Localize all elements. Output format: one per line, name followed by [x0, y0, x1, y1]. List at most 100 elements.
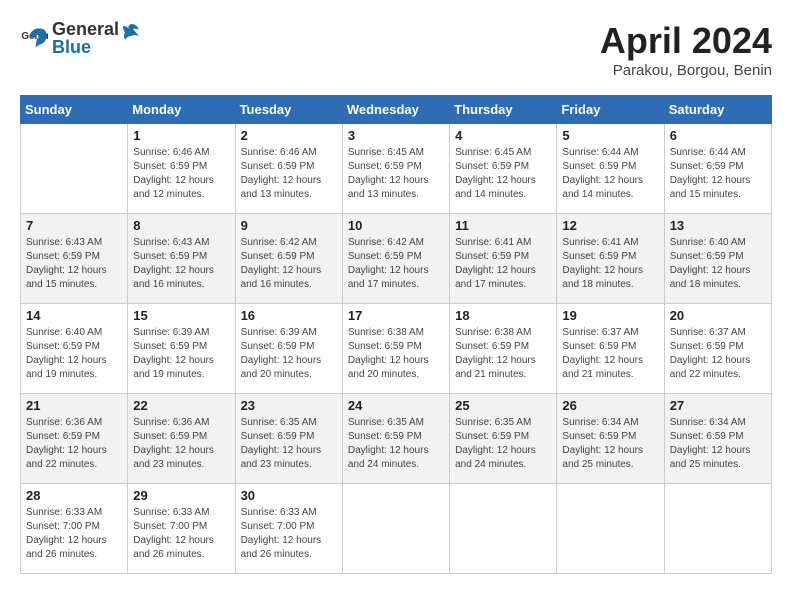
sunset-text: Sunset: 6:59 PM — [562, 430, 658, 444]
daylight-text: Daylight: 12 hours — [562, 264, 658, 278]
day-info: Sunrise: 6:42 AMSunset: 6:59 PMDaylight:… — [348, 236, 444, 292]
sunset-text: Sunset: 6:59 PM — [133, 340, 229, 354]
table-row: 14Sunrise: 6:40 AMSunset: 6:59 PMDayligh… — [21, 304, 128, 394]
day-info: Sunrise: 6:33 AMSunset: 7:00 PMDaylight:… — [241, 506, 337, 562]
sunset-text: Sunset: 6:59 PM — [562, 340, 658, 354]
table-row: 22Sunrise: 6:36 AMSunset: 6:59 PMDayligh… — [128, 394, 235, 484]
day-info: Sunrise: 6:37 AMSunset: 6:59 PMDaylight:… — [562, 326, 658, 382]
day-info: Sunrise: 6:46 AMSunset: 6:59 PMDaylight:… — [133, 146, 229, 202]
day-number: 15 — [133, 308, 229, 323]
sunrise-text: Sunrise: 6:36 AM — [133, 416, 229, 430]
daylight-text: Daylight: 12 hours — [241, 534, 337, 548]
daylight-text: Daylight: 12 hours — [348, 174, 444, 188]
day-number: 25 — [455, 398, 551, 413]
daylight-text: Daylight: 12 hours — [26, 534, 122, 548]
sunrise-text: Sunrise: 6:45 AM — [348, 146, 444, 160]
daylight-text: Daylight: 12 hours — [241, 354, 337, 368]
sunset-text: Sunset: 6:59 PM — [670, 340, 766, 354]
daylight-text: Daylight: 12 hours — [348, 264, 444, 278]
day-number: 21 — [26, 398, 122, 413]
table-row: 17Sunrise: 6:38 AMSunset: 6:59 PMDayligh… — [342, 304, 449, 394]
day-number: 30 — [241, 488, 337, 503]
calendar-week-row: 7Sunrise: 6:43 AMSunset: 6:59 PMDaylight… — [21, 214, 772, 304]
daylight-text: Daylight: 12 hours — [26, 354, 122, 368]
daylight-text-cont: and 25 minutes. — [670, 458, 766, 472]
table-row: 30 Sunrise: 6:33 AMSunset: 7:00 PMDayligh… — [235, 484, 342, 574]
table-row: 29Sunrise: 6:33 AMSunset: 7:00 PMDayligh… — [128, 484, 235, 574]
sunset-text: Sunset: 6:59 PM — [241, 340, 337, 354]
day-info: Sunrise: 6:39 AMSunset: 6:59 PMDaylight:… — [241, 326, 337, 382]
sunrise-text: Sunrise: 6:44 AM — [562, 146, 658, 160]
daylight-text: Daylight: 12 hours — [455, 444, 551, 458]
sunrise-text: Sunrise: 6:33 AM — [26, 506, 122, 520]
table-row — [21, 124, 128, 214]
sunset-text: Sunset: 6:59 PM — [562, 160, 658, 174]
daylight-text: Daylight: 12 hours — [133, 264, 229, 278]
day-number: 29 — [133, 488, 229, 503]
logo-blue: Blue — [52, 38, 141, 58]
sunrise-text: Sunrise: 6:36 AM — [26, 416, 122, 430]
day-info: Sunrise: 6:40 AMSunset: 6:59 PMDaylight:… — [670, 236, 766, 292]
table-row: 5Sunrise: 6:44 AMSunset: 6:59 PMDaylight… — [557, 124, 664, 214]
sunrise-text: Sunrise: 6:42 AM — [241, 236, 337, 250]
table-row: 19 Sunrise: 6:37 AMSunset: 6:59 PMDayligh… — [557, 304, 664, 394]
table-row: 27 Sunrise: 6:34 AMSunset: 6:59 PMDayligh… — [664, 394, 771, 484]
daylight-text-cont: and 25 minutes. — [562, 458, 658, 472]
day-number: 10 — [348, 218, 444, 233]
daylight-text-cont: and 21 minutes. — [562, 368, 658, 382]
daylight-text: Daylight: 12 hours — [26, 444, 122, 458]
page-header: General General Blue April 2024 Parakou,… — [20, 20, 772, 79]
daylight-text-cont: and 20 minutes. — [348, 368, 444, 382]
table-row: 11Sunrise: 6:41 AMSunset: 6:59 PMDayligh… — [450, 214, 557, 304]
header-thursday: Thursday — [450, 96, 557, 124]
day-number: 3 — [348, 128, 444, 143]
daylight-text-cont: and 22 minutes. — [670, 368, 766, 382]
day-info: Sunrise: 6:36 AMSunset: 6:59 PMDaylight:… — [133, 416, 229, 472]
sunset-text: Sunset: 6:59 PM — [133, 250, 229, 264]
sunrise-text: Sunrise: 6:44 AM — [670, 146, 766, 160]
daylight-text-cont: and 24 minutes. — [348, 458, 444, 472]
daylight-text: Daylight: 12 hours — [26, 264, 122, 278]
sunrise-text: Sunrise: 6:43 AM — [26, 236, 122, 250]
daylight-text-cont: and 20 minutes. — [241, 368, 337, 382]
table-row: 1Sunrise: 6:46 AMSunset: 6:59 PMDaylight… — [128, 124, 235, 214]
sunrise-text: Sunrise: 6:42 AM — [348, 236, 444, 250]
day-number: 13 — [670, 218, 766, 233]
sunset-text: Sunset: 6:59 PM — [26, 250, 122, 264]
day-number: 20 — [670, 308, 766, 323]
calendar-week-row: 21Sunrise: 6:36 AMSunset: 6:59 PMDayligh… — [21, 394, 772, 484]
sunset-text: Sunset: 6:59 PM — [26, 430, 122, 444]
day-info: Sunrise: 6:34 AMSunset: 6:59 PMDaylight:… — [670, 416, 766, 472]
day-number: 24 — [348, 398, 444, 413]
calendar-header-row: Sunday Monday Tuesday Wednesday Thursday… — [21, 96, 772, 124]
sunrise-text: Sunrise: 6:41 AM — [455, 236, 551, 250]
table-row: 6Sunrise: 6:44 AMSunset: 6:59 PMDaylight… — [664, 124, 771, 214]
day-number: 5 — [562, 128, 658, 143]
day-number: 27 — [670, 398, 766, 413]
sunrise-text: Sunrise: 6:40 AM — [670, 236, 766, 250]
daylight-text-cont: and 26 minutes. — [26, 548, 122, 562]
table-row: 2Sunrise: 6:46 AMSunset: 6:59 PMDaylight… — [235, 124, 342, 214]
table-row: 4Sunrise: 6:45 AMSunset: 6:59 PMDaylight… — [450, 124, 557, 214]
daylight-text: Daylight: 12 hours — [670, 354, 766, 368]
table-row: 8Sunrise: 6:43 AMSunset: 6:59 PMDaylight… — [128, 214, 235, 304]
daylight-text: Daylight: 12 hours — [133, 174, 229, 188]
day-number: 18 — [455, 308, 551, 323]
sunset-text: Sunset: 6:59 PM — [348, 160, 444, 174]
daylight-text-cont: and 24 minutes. — [455, 458, 551, 472]
daylight-text: Daylight: 12 hours — [241, 174, 337, 188]
calendar-table: Sunday Monday Tuesday Wednesday Thursday… — [20, 95, 772, 574]
day-number: 16 — [241, 308, 337, 323]
daylight-text-cont: and 18 minutes. — [562, 278, 658, 292]
sunrise-text: Sunrise: 6:38 AM — [348, 326, 444, 340]
header-wednesday: Wednesday — [342, 96, 449, 124]
sunset-text: Sunset: 7:00 PM — [133, 520, 229, 534]
table-row — [664, 484, 771, 574]
daylight-text-cont: and 13 minutes. — [241, 188, 337, 202]
day-number: 19 — [562, 308, 658, 323]
table-row: 7Sunrise: 6:43 AMSunset: 6:59 PMDaylight… — [21, 214, 128, 304]
sunset-text: Sunset: 6:59 PM — [348, 340, 444, 354]
day-info: Sunrise: 6:34 AMSunset: 6:59 PMDaylight:… — [562, 416, 658, 472]
sunrise-text: Sunrise: 6:39 AM — [133, 326, 229, 340]
day-info: Sunrise: 6:35 AMSunset: 6:59 PMDaylight:… — [455, 416, 551, 472]
